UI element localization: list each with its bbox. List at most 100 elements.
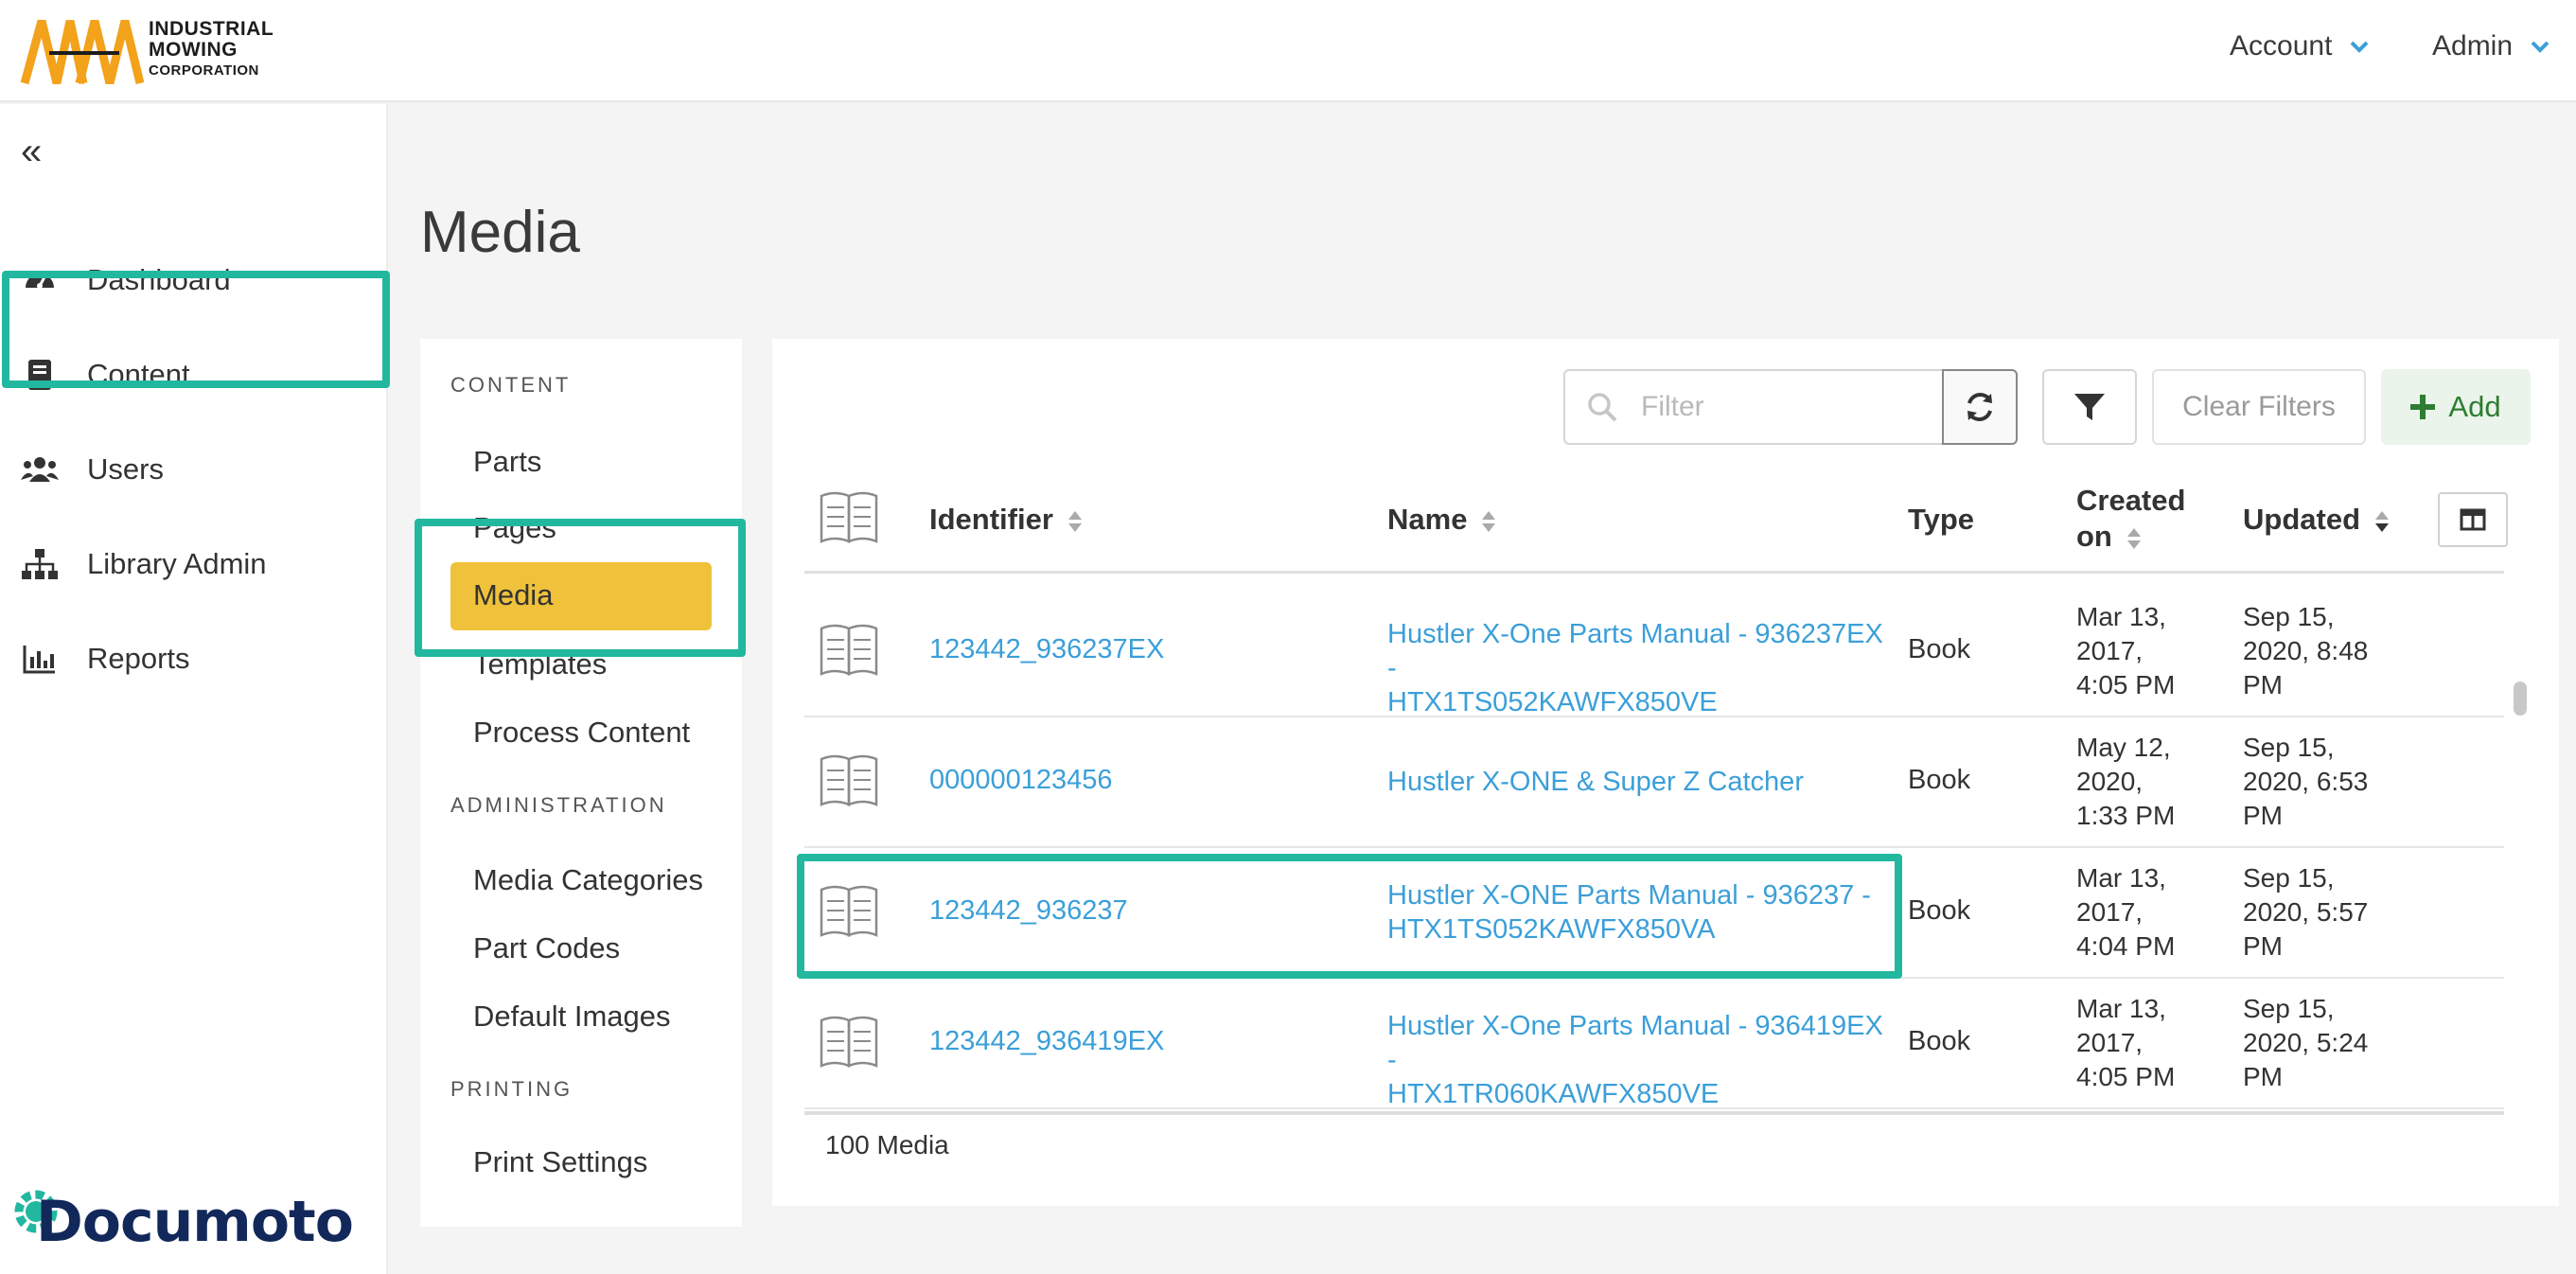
columns-icon: [2460, 508, 2486, 531]
sort-icon: [2374, 510, 2389, 532]
book-open-icon: [820, 754, 878, 806]
date-line: Mar 13,: [2076, 863, 2166, 893]
name-line: HTX1TR060KAWFX850VE: [1387, 1079, 1720, 1109]
logo-mark-icon: [21, 19, 144, 85]
date-line: 2017,: [2076, 1028, 2144, 1057]
highlight-media-subnav: [415, 519, 746, 657]
highlight-selected-row: [797, 854, 1902, 979]
subnav-heading-printing: PRINTING: [450, 1077, 573, 1101]
column-header-created-on[interactable]: Created on: [2076, 483, 2185, 555]
date-line: 2020, 6:53: [2243, 767, 2369, 796]
logo-line-1: INDUSTRIAL: [149, 18, 274, 40]
date-line: Mar 13,: [2076, 602, 2166, 631]
collapse-sidebar-icon[interactable]: «: [21, 131, 42, 173]
table-footer-divider: [804, 1111, 2504, 1115]
refresh-button[interactable]: [1942, 369, 2018, 445]
date-line: 2020, 5:24: [2243, 1028, 2369, 1057]
search-icon: [1588, 393, 1617, 422]
logo-text: INDUSTRIAL MOWING CORPORATION: [149, 19, 273, 81]
sort-icon: [1482, 510, 1496, 532]
created-cell: Mar 13, 2017, 4:05 PM: [2076, 992, 2218, 1094]
table-scrollbar[interactable]: [2506, 471, 2531, 1181]
sidebar-item-library-admin[interactable]: Library Admin: [0, 526, 388, 602]
sort-icon: [2126, 527, 2141, 549]
column-header-name[interactable]: Name: [1387, 502, 1496, 538]
table-row[interactable]: 123442_936419EX Hustler X-One Parts Manu…: [804, 979, 2504, 1109]
users-icon: [21, 451, 59, 488]
created-cell: Mar 13, 2017, 4:05 PM: [2076, 600, 2218, 702]
filter-input[interactable]: Filter: [1563, 369, 1944, 445]
date-line: 2017,: [2076, 636, 2144, 665]
date-line: Mar 13,: [2076, 994, 2166, 1023]
media-count: 100 Media: [825, 1130, 949, 1159]
column-header-label: Updated: [2243, 503, 2360, 536]
subnav-item-parts[interactable]: Parts: [473, 445, 541, 479]
sidebar-item-users[interactable]: Users: [0, 432, 388, 507]
clear-filters-button[interactable]: Clear Filters: [2152, 369, 2366, 445]
book-open-icon: [820, 624, 878, 676]
type-cell: Book: [1908, 634, 1971, 664]
subnav-item-media-categories[interactable]: Media Categories: [473, 863, 703, 897]
date-line: 4:05 PM: [2076, 670, 2176, 699]
content-subnav: CONTENT Parts Pages Media Templates Proc…: [420, 339, 742, 1227]
table-header: Identifier Name Type Created on Updated: [804, 471, 2508, 574]
column-header-updated[interactable]: Updated: [2243, 502, 2390, 538]
date-line: PM: [2243, 801, 2283, 830]
documoto-logo: Documoto: [8, 1183, 367, 1259]
add-button[interactable]: Add: [2381, 369, 2531, 445]
column-picker-button[interactable]: [2438, 492, 2508, 547]
account-menu[interactable]: Account: [2230, 30, 2370, 62]
funnel-icon: [2074, 394, 2105, 420]
company-logo[interactable]: INDUSTRIAL MOWING CORPORATION: [21, 13, 305, 89]
column-header-identifier[interactable]: Identifier: [929, 502, 1083, 538]
page-title: Media: [420, 200, 580, 265]
identifier-link[interactable]: 000000123456: [929, 765, 1113, 796]
updated-cell: Sep 15, 2020, 6:53 PM: [2243, 731, 2404, 833]
date-line: Sep 15,: [2243, 602, 2335, 631]
type-cell: Book: [1908, 1026, 1971, 1056]
date-line: Sep 15,: [2243, 863, 2335, 893]
subnav-heading-administration: ADMINISTRATION: [450, 793, 667, 817]
chevron-down-icon: [2350, 41, 2369, 53]
scrollbar-thumb[interactable]: [2514, 681, 2527, 716]
subnav-item-print-settings[interactable]: Print Settings: [473, 1145, 647, 1179]
updated-cell: Sep 15, 2020, 5:57 PM: [2243, 861, 2404, 964]
date-line: 4:05 PM: [2076, 1062, 2176, 1091]
documoto-brand-text: Documoto: [36, 1189, 354, 1255]
subnav-heading-content: CONTENT: [450, 373, 572, 397]
subnav-item-default-images[interactable]: Default Images: [473, 1000, 671, 1034]
refresh-icon: [1967, 393, 1992, 421]
filter-toggle-button[interactable]: [2042, 369, 2137, 445]
account-menu-label: Account: [2230, 30, 2333, 62]
chevron-down-icon: [2531, 41, 2550, 53]
sidebar-item-label: Library Admin: [87, 547, 267, 580]
book-open-icon: [820, 491, 878, 543]
sidebar-item-label: Users: [87, 452, 164, 486]
filter-placeholder: Filter: [1641, 391, 1704, 422]
subnav-item-process-content[interactable]: Process Content: [473, 716, 690, 750]
highlight-content-nav: [2, 271, 390, 388]
name-line: Hustler X-One Parts Manual - 936419EX -: [1387, 1011, 1883, 1075]
date-line: 4:04 PM: [2076, 931, 2176, 961]
name-line: HTX1TS052KAWFX850VE: [1387, 687, 1718, 717]
name-link[interactable]: Hustler X-ONE & Super Z Catcher: [1387, 765, 1898, 799]
admin-menu[interactable]: Admin: [2432, 30, 2550, 62]
column-header-label: Name: [1387, 503, 1468, 536]
type-cell: Book: [1908, 895, 1971, 926]
column-header-label: Created: [2076, 484, 2186, 517]
book-open-icon: [820, 1016, 878, 1068]
table-row[interactable]: 000000123456 Hustler X-ONE & Super Z Cat…: [804, 717, 2504, 848]
sidebar-item-reports[interactable]: Reports: [0, 621, 388, 697]
date-line: 2020, 5:57: [2243, 897, 2369, 927]
identifier-link[interactable]: 123442_936419EX: [929, 1026, 1164, 1057]
name-link[interactable]: Hustler X-One Parts Manual - 936237EX - …: [1387, 617, 1898, 719]
column-header-type: Type: [1908, 503, 1975, 536]
table-row[interactable]: 123442_936237EX Hustler X-One Parts Manu…: [804, 587, 2504, 717]
date-line: PM: [2243, 670, 2283, 699]
subnav-item-part-codes[interactable]: Part Codes: [473, 931, 620, 965]
plus-icon: [2410, 395, 2436, 419]
sidebar-item-label: Reports: [87, 642, 190, 675]
identifier-link[interactable]: 123442_936237EX: [929, 634, 1164, 665]
name-link[interactable]: Hustler X-One Parts Manual - 936419EX - …: [1387, 1009, 1898, 1111]
top-bar: INDUSTRIAL MOWING CORPORATION Account Ad…: [0, 0, 2576, 102]
